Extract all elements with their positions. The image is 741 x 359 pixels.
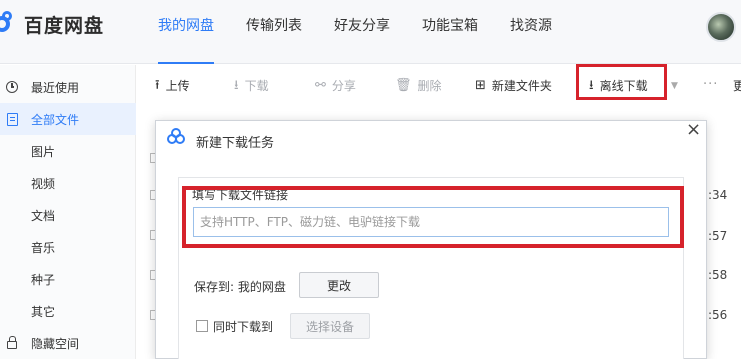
nav-find-resources[interactable]: 找资源	[494, 0, 568, 64]
user-avatar[interactable]	[706, 12, 736, 42]
sidebar-item-label: 音乐	[31, 240, 56, 255]
sync-download-checkbox[interactable]	[196, 320, 208, 332]
upload-icon: ⭱	[155, 77, 160, 93]
new-folder-label: 新建文件夹	[491, 78, 552, 93]
share-button[interactable]: ⚯ 分享	[315, 65, 356, 105]
nav-transfer-list[interactable]: 传输列表	[230, 0, 318, 64]
main-nav: 我的网盘 传输列表 好友分享 功能宝箱 找资源	[142, 0, 568, 64]
new-folder-button[interactable]: ⊞ 新建文件夹	[475, 65, 552, 105]
new-folder-icon: ⊞	[475, 77, 486, 93]
nav-feature-box[interactable]: 功能宝箱	[406, 0, 494, 64]
top-header: 百度网盘 我的网盘 传输列表 好友分享 功能宝箱 找资源	[0, 0, 741, 64]
highlight-box-url-input	[182, 186, 684, 248]
nav-friend-share[interactable]: 好友分享	[318, 0, 406, 64]
sidebar-item-images[interactable]: 图片	[0, 135, 136, 167]
sidebar-item-torrents[interactable]: 种子	[0, 263, 136, 295]
new-download-task-dialog: 新建下载任务 × 填写下载文件链接 保存到: 我的网盘 更改 同时下载到 选择设…	[155, 120, 707, 359]
download-icon: ⭳	[234, 77, 239, 93]
upload-label: 上传	[165, 78, 190, 93]
delete-label: 删除	[417, 78, 442, 93]
baidu-netdisk-logo-icon	[167, 128, 187, 144]
chevron-down-icon[interactable]: ▼	[671, 81, 678, 91]
sidebar-item-label: 其它	[31, 304, 56, 319]
download-label: 下载	[244, 78, 269, 93]
sidebar-item-documents[interactable]: 文档	[0, 199, 136, 231]
clock-icon	[5, 80, 19, 94]
baidu-netdisk-logo-icon	[0, 11, 24, 37]
nav-my-netdisk[interactable]: 我的网盘	[142, 0, 230, 64]
dialog-title: 新建下载任务	[196, 136, 275, 151]
trash-icon: 🗑	[395, 77, 412, 93]
sidebar-item-hidden-space[interactable]: 隐藏空间	[0, 327, 136, 359]
document-icon	[5, 112, 19, 126]
lock-icon	[5, 336, 19, 350]
sidebar: 最近使用 全部文件 图片 视频 文档 音乐 种子 其它 隐藏空间	[0, 65, 136, 359]
save-location-label: 保存到: 我的网盘	[194, 280, 286, 294]
share-label: 分享	[331, 78, 356, 93]
sidebar-item-other[interactable]: 其它	[0, 295, 136, 327]
download-button[interactable]: ⭳ 下载	[234, 65, 269, 105]
sidebar-item-label: 视频	[31, 176, 56, 191]
change-location-button[interactable]: 更改	[299, 272, 379, 298]
sidebar-item-music[interactable]: 音乐	[0, 231, 136, 263]
sidebar-item-label: 图片	[31, 144, 56, 159]
sidebar-item-recent[interactable]: 最近使用	[0, 71, 136, 103]
row-time: :56	[708, 308, 728, 322]
share-icon: ⚯	[315, 77, 326, 93]
more-dots-icon[interactable]: ···	[703, 77, 718, 92]
sidebar-item-all-files[interactable]: 全部文件	[0, 103, 136, 135]
app-logo-text: 百度网盘	[24, 14, 105, 37]
sync-download-label: 同时下载到	[213, 320, 274, 334]
delete-button[interactable]: 🗑 删除	[395, 65, 442, 105]
highlight-box-offline-download	[576, 64, 667, 100]
close-icon[interactable]: ×	[686, 121, 701, 139]
row-time: :57	[708, 229, 728, 243]
upload-button[interactable]: ⭱ 上传	[155, 65, 190, 105]
sidebar-item-label: 最近使用	[31, 80, 80, 95]
sidebar-item-videos[interactable]: 视频	[0, 167, 136, 199]
row-time: :58	[708, 268, 728, 282]
app-logo[interactable]: 百度网盘	[0, 10, 104, 38]
more-label[interactable]: 更	[733, 77, 741, 94]
row-time: :34	[708, 188, 728, 202]
sidebar-item-label: 隐藏空间	[31, 336, 80, 351]
sidebar-item-label: 文档	[31, 208, 56, 223]
sidebar-item-label: 种子	[31, 272, 56, 287]
sidebar-item-label: 全部文件	[31, 112, 80, 127]
select-device-button[interactable]: 选择设备	[290, 313, 370, 339]
